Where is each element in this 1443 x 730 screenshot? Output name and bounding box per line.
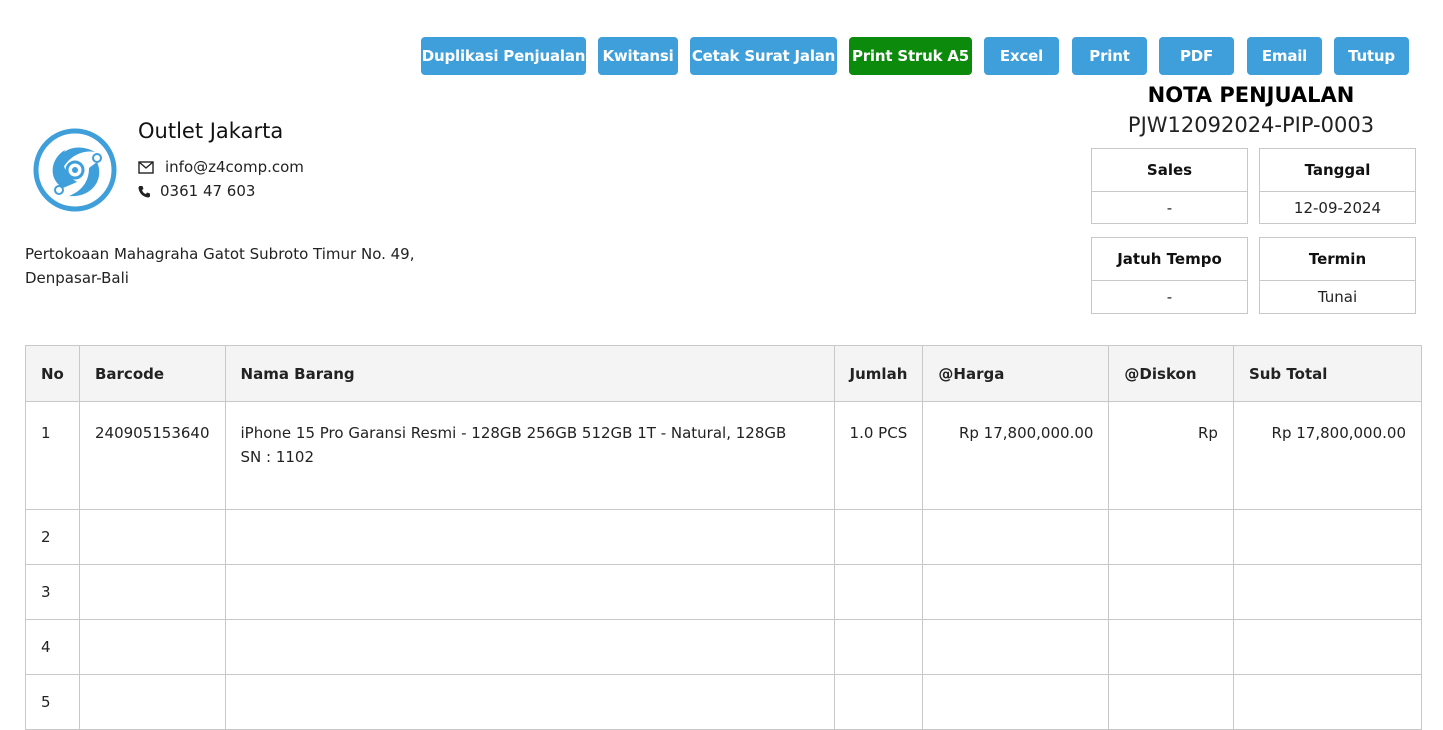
cell-no: 1: [25, 401, 80, 510]
tutup-button[interactable]: Tutup: [1334, 37, 1409, 75]
jatuh-tempo-label: Jatuh Tempo: [1092, 238, 1247, 281]
sales-box: Sales -: [1091, 148, 1248, 224]
phone-contact: 0361 47 603: [138, 182, 255, 200]
cell-no: 3: [25, 564, 80, 620]
item-serial: SN : 1102: [240, 448, 315, 466]
col-header-no: No: [25, 345, 80, 402]
col-header-diskon: @Diskon: [1108, 345, 1234, 402]
cell-subtotal: Rp 17,800,000.00: [1232, 401, 1423, 510]
table-row: 4: [25, 619, 1423, 675]
table-header-row: No Barcode Nama Barang Jumlah @Harga @Di…: [25, 345, 1423, 402]
email-text: info@z4comp.com: [165, 158, 304, 176]
sales-value: -: [1166, 199, 1173, 217]
cetak-surat-jalan-button[interactable]: Cetak Surat Jalan: [690, 37, 837, 75]
cell-diskon: Rp: [1108, 401, 1234, 510]
col-header-subtotal: Sub Total: [1232, 345, 1423, 402]
email-button[interactable]: Email: [1247, 37, 1322, 75]
duplikasi-penjualan-button[interactable]: Duplikasi Penjualan: [421, 37, 586, 75]
table-row: 3: [25, 564, 1423, 620]
address-line-1: Pertokoaan Mahagraha Gatot Subroto Timur…: [25, 245, 415, 263]
items-table: No Barcode Nama Barang Jumlah @Harga @Di…: [25, 345, 1423, 730]
print-struk-a5-button[interactable]: Print Struk A5: [849, 37, 972, 75]
company-address: Pertokoaan Mahagraha Gatot Subroto Timur…: [25, 242, 415, 290]
address-line-2: Denpasar-Bali: [25, 269, 129, 287]
envelope-icon: [138, 160, 160, 174]
item-name: iPhone 15 Pro Garansi Resmi - 128GB 256G…: [240, 424, 787, 442]
atom-logo-icon: [33, 128, 117, 212]
nota-title: NOTA PENJUALAN: [1147, 83, 1355, 107]
cell-nama-barang: iPhone 15 Pro Garansi Resmi - 128GB 256G…: [224, 401, 835, 510]
pdf-button[interactable]: PDF: [1159, 37, 1234, 75]
nota-number: PJW12092024-PIP-0003: [1127, 113, 1375, 137]
outlet-name: Outlet Jakarta: [138, 119, 284, 143]
table-row: 5: [25, 674, 1423, 730]
cell-barcode: 240905153640: [78, 401, 226, 510]
sales-label: Sales: [1092, 149, 1247, 192]
excel-button[interactable]: Excel: [984, 37, 1059, 75]
cell-no: 2: [25, 509, 80, 565]
termin-box: Termin Tunai: [1259, 237, 1416, 314]
cell-no: 4: [25, 619, 80, 675]
cell-jumlah: 1.0 PCS: [833, 401, 924, 510]
tanggal-value: 12-09-2024: [1293, 199, 1382, 217]
termin-value: Tunai: [1317, 288, 1358, 306]
termin-label: Termin: [1260, 238, 1415, 281]
phone-text: 0361 47 603: [160, 182, 256, 200]
col-header-harga: @Harga: [922, 345, 1110, 402]
col-header-barcode: Barcode: [78, 345, 226, 402]
email-contact: info@z4comp.com: [138, 158, 304, 176]
phone-icon: [138, 185, 160, 198]
table-row: 1 240905153640 iPhone 15 Pro Garansi Res…: [25, 401, 1423, 510]
col-header-nama-barang: Nama Barang: [224, 345, 835, 402]
col-header-jumlah: Jumlah: [833, 345, 924, 402]
tanggal-label: Tanggal: [1260, 149, 1415, 192]
print-button[interactable]: Print: [1072, 37, 1147, 75]
jatuh-tempo-box: Jatuh Tempo -: [1091, 237, 1248, 314]
tanggal-box: Tanggal 12-09-2024: [1259, 148, 1416, 224]
cell-harga: Rp 17,800,000.00: [922, 401, 1110, 510]
cell-no: 5: [25, 674, 80, 730]
jatuh-tempo-value: -: [1166, 288, 1173, 306]
table-row: 2: [25, 509, 1423, 565]
kwitansi-button[interactable]: Kwitansi: [598, 37, 678, 75]
